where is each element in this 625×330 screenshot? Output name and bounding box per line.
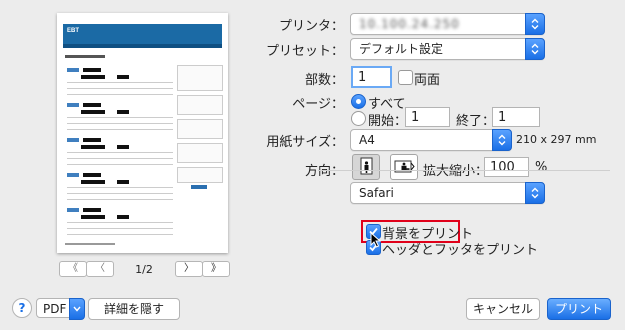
duplex-label: 両面 [414,73,441,88]
app-options-select[interactable]: Safari [350,182,545,204]
updown-chevron-icon [492,129,512,151]
updown-chevron-icon [525,38,545,60]
portrait-orientation-icon [360,157,373,175]
copies-label: 部数： [304,73,344,88]
preview-footer [65,243,115,245]
updown-chevron-icon [525,13,545,35]
preset-label: プリセット： [265,44,344,59]
pages-to-field[interactable]: 1 [492,107,540,127]
paper-size-label: 用紙サイズ： [266,135,344,150]
pages-from-field[interactable]: 1 [405,107,450,127]
next-page-button[interactable]: 〉 [175,261,203,277]
print-button[interactable]: プリント [547,298,611,320]
pdf-label: PDF [43,302,67,316]
pdf-menu-button[interactable]: PDF [36,298,85,320]
pages-label: ページ： [292,97,344,112]
paper-size-value: A4 [359,133,375,147]
preview-entry [67,68,173,98]
pages-all-radio[interactable] [351,94,366,109]
headers-footers-label: ヘッダとフッタをプリント [382,243,539,258]
duplex-checkbox[interactable] [398,70,413,85]
paper-dimensions: 210 x 297 mm [516,133,597,146]
printer-value: 10.100.24.250 [359,17,460,31]
pages-to-label: 終了： [456,114,496,129]
print-preview-page: EBT [57,13,228,253]
chevron-down-icon [69,298,85,320]
app-options-value: Safari [359,186,394,200]
section-divider [318,170,610,171]
preview-entry [67,103,173,133]
preview-site-header [63,24,222,44]
preview-page-title [65,55,105,58]
cancel-button[interactable]: キャンセル [466,298,540,320]
first-page-button[interactable]: 《 [59,261,87,277]
preview-main-content [67,63,173,251]
copies-field[interactable]: 1 [351,66,392,88]
preview-entry [67,138,173,168]
scale-unit: % [535,160,548,175]
printer-label: プリンタ： [278,19,344,34]
paper-size-select[interactable]: A4 [350,129,512,151]
preview-entry [67,208,173,238]
page-indicator: 1/2 [135,263,153,276]
printer-select[interactable]: 10.100.24.250 [350,13,545,35]
landscape-orientation-icon [394,160,415,173]
portrait-button[interactable] [352,154,380,180]
last-page-button[interactable]: 》 [202,261,230,277]
preset-value: デフォルト設定 [359,42,444,56]
previous-page-button[interactable]: 〈 [86,261,114,277]
preview-sidebar [177,65,223,195]
print-dialog: EBT 《 〈 1/2 〉 》 プリンタ： 10.100.24.250 プリセッ… [0,0,625,330]
hide-details-button[interactable]: 詳細を隠す [88,298,180,320]
scale-field[interactable]: 100 [484,157,529,177]
preview-top-text [63,17,222,21]
preset-select[interactable]: デフォルト設定 [350,38,545,60]
help-button[interactable]: ? [12,298,32,318]
mouse-cursor-icon [370,232,382,248]
preview-entry [67,173,173,203]
pages-range-radio[interactable] [351,111,366,126]
preview-nav-bar [63,44,222,48]
preview-logo: EBT [67,28,79,34]
landscape-button[interactable] [390,154,418,180]
pages-from-label: 開始： [368,114,408,129]
updown-chevron-icon [525,182,545,204]
